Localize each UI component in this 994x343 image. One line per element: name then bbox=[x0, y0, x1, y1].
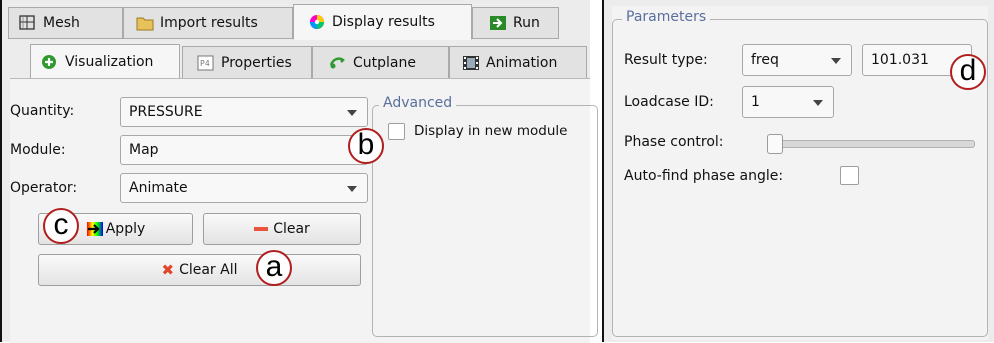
operator-value: Animate bbox=[129, 180, 188, 196]
minus-icon bbox=[254, 227, 269, 231]
tab-display-results[interactable]: Display results bbox=[293, 4, 472, 40]
parameters-panel: Parameters Result type: freq 101.031 Loa… bbox=[602, 0, 994, 342]
chevron-down-icon bbox=[347, 186, 357, 192]
advanced-legend: Advanced bbox=[379, 95, 457, 111]
run-arrow-icon bbox=[489, 15, 507, 31]
auto-find-label: Auto-find phase angle: bbox=[624, 168, 784, 184]
svg-text:P4: P4 bbox=[200, 59, 210, 68]
clear-all-label: Clear All bbox=[179, 262, 238, 278]
callout-d: d bbox=[950, 54, 986, 90]
cutplane-icon bbox=[329, 55, 347, 71]
film-icon bbox=[462, 55, 480, 71]
chevron-down-icon bbox=[831, 58, 841, 64]
parameters-content: Parameters Result type: freq 101.031 Loa… bbox=[612, 6, 988, 340]
apply-colormap-icon bbox=[86, 221, 104, 237]
tab-cutplane[interactable]: Cutplane bbox=[312, 46, 449, 79]
operator-label: Operator: bbox=[10, 180, 78, 196]
tab-mesh[interactable]: Mesh bbox=[8, 7, 123, 39]
result-type-label: Result type: bbox=[624, 52, 708, 68]
tab-visualization[interactable]: Visualization bbox=[30, 44, 180, 80]
tab-label: Cutplane bbox=[353, 54, 416, 71]
tab-label: Import results bbox=[160, 15, 258, 31]
color-wheel-icon bbox=[308, 14, 326, 30]
tab-run[interactable]: Run bbox=[472, 7, 559, 39]
clear-button[interactable]: Clear bbox=[203, 213, 361, 245]
tab-label: Animation bbox=[486, 54, 558, 71]
result-type-value: freq bbox=[751, 52, 779, 68]
parameters-legend: Parameters bbox=[622, 9, 711, 25]
folder-icon bbox=[136, 15, 154, 31]
display-results-panel: Mesh Import results Display results Run … bbox=[0, 0, 598, 343]
apply-label: Apply bbox=[105, 221, 146, 237]
advanced-group bbox=[372, 105, 598, 337]
quantity-label: Quantity: bbox=[10, 103, 75, 119]
operator-select[interactable]: Animate bbox=[120, 173, 368, 203]
close-icon: ✖ bbox=[161, 261, 175, 279]
chevron-down-icon bbox=[813, 100, 823, 106]
tab-label: Mesh bbox=[43, 15, 80, 31]
loadcase-select[interactable]: 1 bbox=[742, 86, 834, 118]
chevron-down-icon bbox=[347, 110, 357, 116]
frequency-value: 101.031 bbox=[871, 52, 929, 68]
tab-animation[interactable]: Animation bbox=[449, 46, 587, 79]
clear-label: Clear bbox=[273, 221, 310, 237]
auto-find-checkbox[interactable] bbox=[840, 166, 859, 185]
clear-all-button[interactable]: ✖ Clear All bbox=[38, 254, 361, 286]
result-type-select[interactable]: freq bbox=[742, 44, 852, 76]
properties-icon: P4 bbox=[197, 55, 215, 71]
phase-control-thumb[interactable] bbox=[767, 134, 783, 154]
tab-label: Properties bbox=[221, 54, 292, 71]
callout-b: b bbox=[348, 128, 384, 164]
module-value: Map bbox=[129, 142, 159, 158]
mesh-icon bbox=[19, 15, 37, 31]
loadcase-value: 1 bbox=[751, 94, 760, 110]
display-new-module-checkbox[interactable] bbox=[388, 123, 405, 140]
module-label: Module: bbox=[10, 142, 66, 158]
callout-c: c bbox=[43, 208, 79, 244]
tab-import-results[interactable]: Import results bbox=[123, 7, 293, 39]
quantity-select[interactable]: PRESSURE bbox=[120, 97, 368, 127]
phase-control-slider[interactable] bbox=[767, 140, 975, 148]
tab-label: Display results bbox=[332, 14, 435, 30]
tab-label: Run bbox=[513, 15, 540, 31]
phase-control-label: Phase control: bbox=[624, 134, 724, 150]
visualization-content: Quantity: PRESSURE Module: Map Operator:… bbox=[10, 78, 598, 343]
callout-a: a bbox=[256, 250, 292, 286]
display-new-module-label: Display in new module bbox=[414, 123, 568, 139]
add-green-icon bbox=[41, 54, 59, 70]
quantity-value: PRESSURE bbox=[129, 104, 203, 120]
tab-properties[interactable]: P4 Properties bbox=[182, 46, 312, 79]
loadcase-label: Loadcase ID: bbox=[624, 94, 714, 110]
tab-label: Visualization bbox=[65, 54, 154, 70]
module-field[interactable]: Map bbox=[120, 135, 368, 165]
